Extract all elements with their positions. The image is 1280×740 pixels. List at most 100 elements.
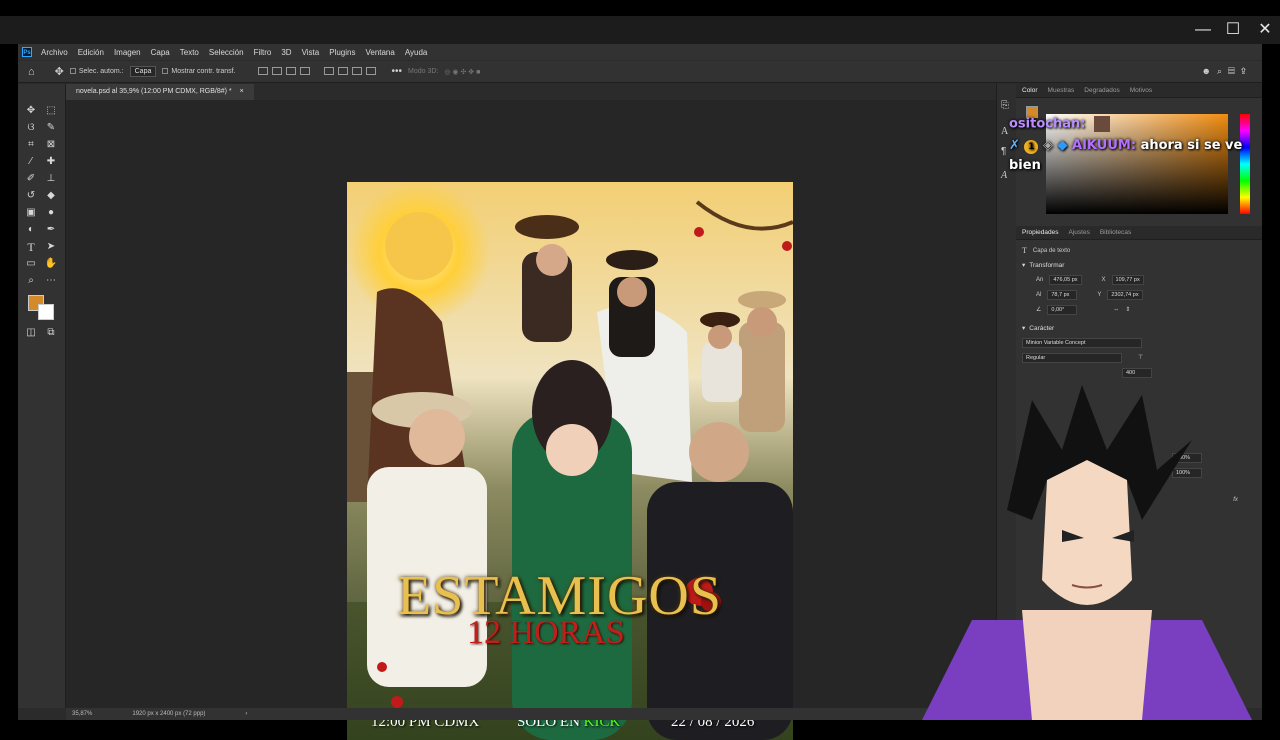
flip-v-icon[interactable]: ⇕ <box>1125 306 1130 313</box>
healing-icon[interactable]: ✚ <box>44 155 58 169</box>
tracking-field[interactable]: 400 <box>1122 367 1152 378</box>
brush-tool-icon[interactable]: ✐ <box>24 172 38 186</box>
font-family-dropdown[interactable]: Minion Variable Concept <box>1022 337 1142 348</box>
background-color-swatch[interactable] <box>38 304 54 320</box>
document-info[interactable]: 1920 px x 2400 px (72 ppp) <box>132 711 205 717</box>
menu-bar: Ps Archivo Edición Imagen Capa Texto Sel… <box>18 44 1262 60</box>
history-icon[interactable]: ⎘ <box>1001 100 1009 111</box>
height-label: Al <box>1036 291 1042 298</box>
menu-3d[interactable]: 3D <box>276 48 296 57</box>
width-field[interactable]: 476,05 px <box>1049 274 1082 285</box>
x-field[interactable]: 109,77 px <box>1111 274 1144 285</box>
eraser-icon[interactable]: ◆ <box>44 189 58 203</box>
y-field[interactable]: 2302,74 px <box>1107 289 1143 300</box>
type-tool-icon[interactable]: T <box>24 240 38 254</box>
menu-edicion[interactable]: Edición <box>73 48 109 57</box>
move-tool-icon[interactable]: ✥ <box>24 104 38 118</box>
align-right-icon[interactable] <box>285 66 296 75</box>
transform-row-1: An 476,05 px X 109,77 px <box>1016 272 1262 287</box>
tab-motivos[interactable]: Motivos <box>1130 87 1152 94</box>
home-icon[interactable]: ⌂ <box>28 66 35 78</box>
lasso-tool-icon[interactable]: ଓ <box>24 121 38 135</box>
tab-ajustes[interactable]: Ajustes <box>1069 229 1090 236</box>
chat-line-2: ✗ 1 ◈ ◆ AIKUUM: ahora si se ve <box>1009 138 1242 154</box>
canvas-area[interactable]: ESTAMIGOS 12 HORAS 12:00 PM CDMX SOLO EN… <box>66 100 996 740</box>
align-bottom-icon[interactable] <box>351 66 362 75</box>
badge-one-icon: 1 <box>1024 140 1039 154</box>
poster-canvas[interactable]: ESTAMIGOS 12 HORAS 12:00 PM CDMX SOLO EN… <box>347 182 793 740</box>
align-middle-icon[interactable] <box>337 66 348 75</box>
tab-propiedades[interactable]: Propiedades <box>1022 229 1059 236</box>
align-left-icon[interactable] <box>257 66 268 75</box>
more-options-icon[interactable]: ••• <box>392 66 403 77</box>
tab-muestras[interactable]: Muestras <box>1048 87 1075 94</box>
menu-filtro[interactable]: Filtro <box>249 48 277 57</box>
history-brush-icon[interactable]: ↺ <box>24 189 38 203</box>
auto-select-checkbox[interactable]: Selec. autom.: <box>69 68 124 75</box>
menu-plugins[interactable]: Plugins <box>324 48 360 57</box>
workspace-icon[interactable]: ▤ <box>1228 66 1241 76</box>
menu-archivo[interactable]: Archivo <box>36 48 73 57</box>
rectangle-tool-icon[interactable]: ▭ <box>24 257 38 271</box>
menu-ayuda[interactable]: Ayuda <box>400 48 433 57</box>
quick-mask-icon[interactable]: ◫ <box>24 326 38 340</box>
layer-select-dropdown[interactable]: Capa <box>129 66 157 77</box>
quick-select-icon[interactable]: ✎ <box>44 121 58 135</box>
close-tab-icon[interactable]: × <box>240 88 244 95</box>
blur-icon[interactable]: ● <box>44 206 58 220</box>
glyphs-panel-icon[interactable]: A <box>1001 170 1007 181</box>
tab-degradados[interactable]: Degradados <box>1084 87 1119 94</box>
search-icon[interactable]: ⌕ <box>1217 66 1228 76</box>
zoom-tool-icon[interactable]: ⌕ <box>24 274 38 288</box>
more-tools-icon[interactable]: ⋯ <box>44 274 58 288</box>
height-field[interactable]: 78,7 px <box>1047 289 1078 300</box>
show-transform-checkbox[interactable]: Mostrar contr. transf. <box>162 68 236 75</box>
gradient-icon[interactable]: ▣ <box>24 206 38 220</box>
marquee-tool-icon[interactable]: ⬚ <box>44 104 58 118</box>
move-tool-icon[interactable]: ✥ <box>55 65 64 78</box>
minimize-button[interactable]: — <box>1190 18 1216 42</box>
distribute-v-icon[interactable] <box>365 66 376 75</box>
dodge-icon[interactable]: ◐ <box>24 223 38 237</box>
font-style-dropdown[interactable]: Regular <box>1022 352 1122 363</box>
document-tab-bar: novela.psd al 35,9% (12:00 PM CDMX, RGB/… <box>66 84 996 100</box>
distribute-icon[interactable] <box>299 66 310 75</box>
tracking-row: 400 <box>1016 365 1262 380</box>
tab-bibliotecas[interactable]: Bibliotecas <box>1100 229 1131 236</box>
character-section-header[interactable]: ▾ Carácter <box>1016 321 1262 335</box>
align-center-icon[interactable] <box>271 66 282 75</box>
character-panel-icon[interactable]: A <box>1001 126 1008 137</box>
user-icon[interactable]: ☻ <box>1202 66 1217 76</box>
menu-capa[interactable]: Capa <box>146 48 175 57</box>
angle-field[interactable]: 0,00° <box>1047 304 1078 315</box>
align-top-icon[interactable] <box>323 66 334 75</box>
flip-h-icon[interactable]: ⇔ <box>1113 307 1119 313</box>
menu-imagen[interactable]: Imagen <box>109 48 146 57</box>
status-arrow-icon[interactable]: › <box>245 711 247 717</box>
mode-3d-label: Modo 3D: <box>408 68 439 75</box>
chat-message-cont: bien <box>1009 158 1041 173</box>
menu-ventana[interactable]: Ventana <box>360 48 399 57</box>
menu-texto[interactable]: Texto <box>175 48 204 57</box>
paragraph-panel-icon[interactable]: ¶ <box>1001 146 1006 157</box>
document-tab[interactable]: novela.psd al 35,9% (12:00 PM CDMX, RGB/… <box>66 84 254 100</box>
close-button[interactable]: ✕ <box>1252 18 1278 42</box>
screen-mode-icon[interactable]: ⧉ <box>44 326 58 340</box>
path-select-icon[interactable]: ➤ <box>44 240 58 254</box>
menu-vista[interactable]: Vista <box>297 48 325 57</box>
crop-tool-icon[interactable]: ⌗ <box>24 138 38 152</box>
share-icon[interactable]: ⇪ <box>1241 66 1252 76</box>
pen-tool-icon[interactable]: ✒ <box>44 223 58 237</box>
maximize-button[interactable]: ☐ <box>1220 18 1246 42</box>
tab-color[interactable]: Color <box>1022 87 1038 94</box>
auto-select-label: Selec. autom.: <box>78 68 124 75</box>
hand-tool-icon[interactable]: ✋ <box>44 257 58 271</box>
zoom-level[interactable]: 35,87% <box>72 711 92 717</box>
type-settings-icon[interactable]: ⊤ <box>1138 354 1143 361</box>
stamp-tool-icon[interactable]: ⊥ <box>44 172 58 186</box>
badge-sword-icon: ✗ <box>1009 138 1020 153</box>
frame-tool-icon[interactable]: ⊠ <box>44 138 58 152</box>
transform-section-header[interactable]: ▾ Transformar <box>1016 258 1262 272</box>
eyedropper-icon[interactable]: ⁄ <box>24 155 38 169</box>
menu-seleccion[interactable]: Selección <box>204 48 249 57</box>
